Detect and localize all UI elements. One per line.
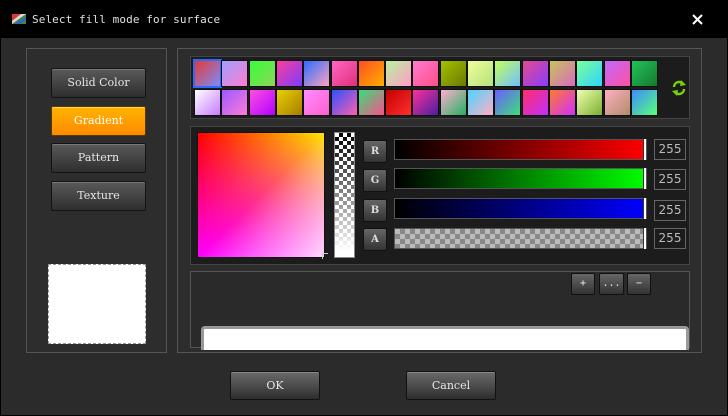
- refresh-icon[interactable]: [671, 79, 687, 97]
- solid-color-button[interactable]: Solid Color: [51, 68, 146, 98]
- blue-value-field[interactable]: 255: [654, 200, 686, 221]
- green-slider[interactable]: [394, 168, 647, 189]
- preset-swatch-grid: [190, 56, 690, 119]
- preset-swatch[interactable]: [548, 89, 576, 116]
- more-options-button[interactable]: ...: [599, 273, 624, 295]
- alpha-value-field[interactable]: 255: [654, 228, 686, 249]
- preset-swatch[interactable]: [603, 60, 631, 87]
- preset-swatch[interactable]: [548, 60, 576, 87]
- fill-mode-panel: Solid Color Gradient Pattern Texture: [26, 48, 167, 353]
- channel-b-button[interactable]: B: [363, 199, 387, 222]
- preset-swatch[interactable]: [357, 60, 385, 87]
- preset-swatch[interactable]: [467, 60, 494, 87]
- preset-swatch[interactable]: [357, 89, 385, 116]
- color-picker: R 255 G 255 B 255 A 255: [190, 126, 690, 265]
- preset-swatch[interactable]: [603, 89, 631, 116]
- preset-swatch[interactable]: [521, 89, 549, 116]
- preset-swatch[interactable]: [330, 89, 358, 116]
- add-stop-button[interactable]: +: [571, 273, 595, 295]
- close-button[interactable]: [685, 9, 709, 31]
- preset-swatch[interactable]: [303, 89, 331, 116]
- preset-swatch[interactable]: [385, 89, 413, 116]
- alpha-strip[interactable]: [334, 132, 355, 258]
- preset-swatch[interactable]: [630, 60, 658, 87]
- preset-swatch[interactable]: [248, 60, 276, 87]
- channel-a-button[interactable]: A: [363, 228, 387, 251]
- gradient-bar[interactable]: [201, 326, 689, 350]
- preset-swatch[interactable]: [385, 60, 413, 87]
- preset-swatch[interactable]: [576, 60, 604, 87]
- preset-swatch[interactable]: [494, 89, 522, 116]
- preset-swatch[interactable]: [494, 60, 522, 87]
- red-slider[interactable]: [394, 139, 647, 160]
- ok-button[interactable]: OK: [230, 371, 320, 400]
- preset-swatch[interactable]: [221, 89, 249, 116]
- preset-swatch[interactable]: [275, 60, 303, 87]
- preset-swatch[interactable]: [467, 89, 494, 116]
- channel-r-button[interactable]: R: [363, 140, 387, 163]
- remove-stop-button[interactable]: −: [627, 273, 651, 295]
- preset-swatch[interactable]: [521, 60, 549, 87]
- fill-mode-dialog: Select fill mode for surface Solid Color…: [0, 0, 728, 416]
- pattern-button[interactable]: Pattern: [51, 143, 146, 173]
- texture-button[interactable]: Texture: [51, 181, 146, 211]
- preset-swatch[interactable]: [193, 59, 222, 88]
- channel-g-button[interactable]: G: [363, 169, 387, 192]
- color-field-cursor[interactable]: [322, 253, 328, 259]
- title-bar[interactable]: Select fill mode for surface: [1, 1, 728, 38]
- preset-swatch[interactable]: [221, 60, 249, 87]
- blue-slider[interactable]: [394, 198, 647, 219]
- preset-swatch[interactable]: [412, 89, 440, 116]
- preset-swatch[interactable]: [439, 89, 467, 116]
- green-value-field[interactable]: 255: [654, 169, 686, 190]
- gradient-stops-panel: + ... −: [190, 271, 690, 350]
- preset-swatch[interactable]: [330, 60, 358, 87]
- gradient-button[interactable]: Gradient: [51, 106, 146, 136]
- preset-swatch[interactable]: [412, 60, 440, 87]
- fill-preview: [48, 264, 146, 344]
- preset-swatch[interactable]: [439, 60, 467, 87]
- cancel-button[interactable]: Cancel: [406, 371, 496, 400]
- preset-swatch[interactable]: [275, 89, 303, 116]
- preset-swatch[interactable]: [303, 60, 331, 87]
- alpha-slider[interactable]: [394, 228, 647, 249]
- red-value-field[interactable]: 255: [654, 139, 686, 160]
- preset-swatch[interactable]: [194, 89, 221, 116]
- preset-swatch[interactable]: [576, 89, 604, 116]
- app-icon: [12, 14, 26, 24]
- close-icon: [692, 14, 703, 25]
- gradient-editor-panel: R 255 G 255 B 255 A 255 + ... −: [177, 48, 702, 353]
- preset-swatch[interactable]: [630, 89, 658, 116]
- color-field[interactable]: [197, 132, 325, 258]
- preset-swatch[interactable]: [248, 89, 276, 116]
- window-title: Select fill mode for surface: [32, 13, 221, 26]
